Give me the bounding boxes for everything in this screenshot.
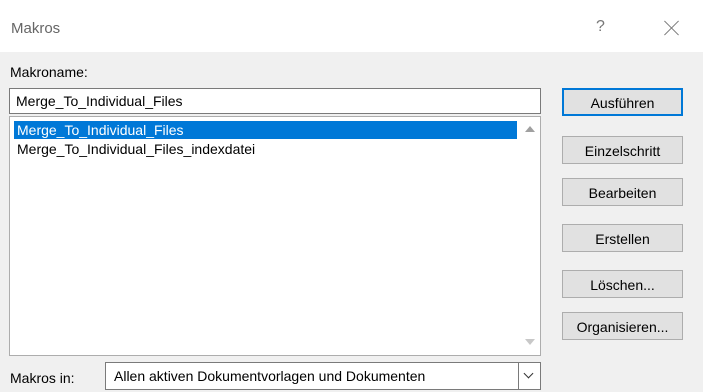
step-button[interactable]: Einzelschritt	[562, 136, 683, 164]
chevron-up-icon[interactable]	[525, 126, 535, 132]
macro-name-label: Makroname:	[10, 64, 88, 80]
macro-list-item-selected[interactable]: Merge_To_Individual_Files	[14, 121, 517, 139]
create-button[interactable]: Erstellen	[562, 224, 683, 252]
title-bar: Makros ?	[0, 0, 703, 52]
chevron-down-icon[interactable]	[518, 363, 540, 389]
run-button[interactable]: Ausführen	[562, 88, 683, 116]
macro-name-input[interactable]	[9, 88, 541, 114]
delete-button[interactable]: Löschen...	[562, 270, 683, 298]
organize-button[interactable]: Organisieren...	[562, 312, 683, 340]
macro-list[interactable]: Merge_To_Individual_Files Merge_To_Indiv…	[9, 116, 541, 356]
close-icon[interactable]	[660, 16, 684, 40]
help-icon[interactable]: ?	[596, 18, 605, 36]
macros-in-select[interactable]: Allen aktiven Dokumentvorlagen und Dokum…	[105, 362, 541, 390]
macros-in-value: Allen aktiven Dokumentvorlagen und Dokum…	[114, 368, 426, 384]
edit-button[interactable]: Bearbeiten	[562, 178, 683, 206]
window-title: Makros	[11, 20, 61, 37]
macro-list-item[interactable]: Merge_To_Individual_Files_indexdatei	[14, 140, 255, 158]
chevron-down-icon[interactable]	[525, 339, 535, 345]
macros-in-label: Makros in:	[10, 370, 75, 386]
macro-list-scrollbar[interactable]	[520, 117, 540, 355]
